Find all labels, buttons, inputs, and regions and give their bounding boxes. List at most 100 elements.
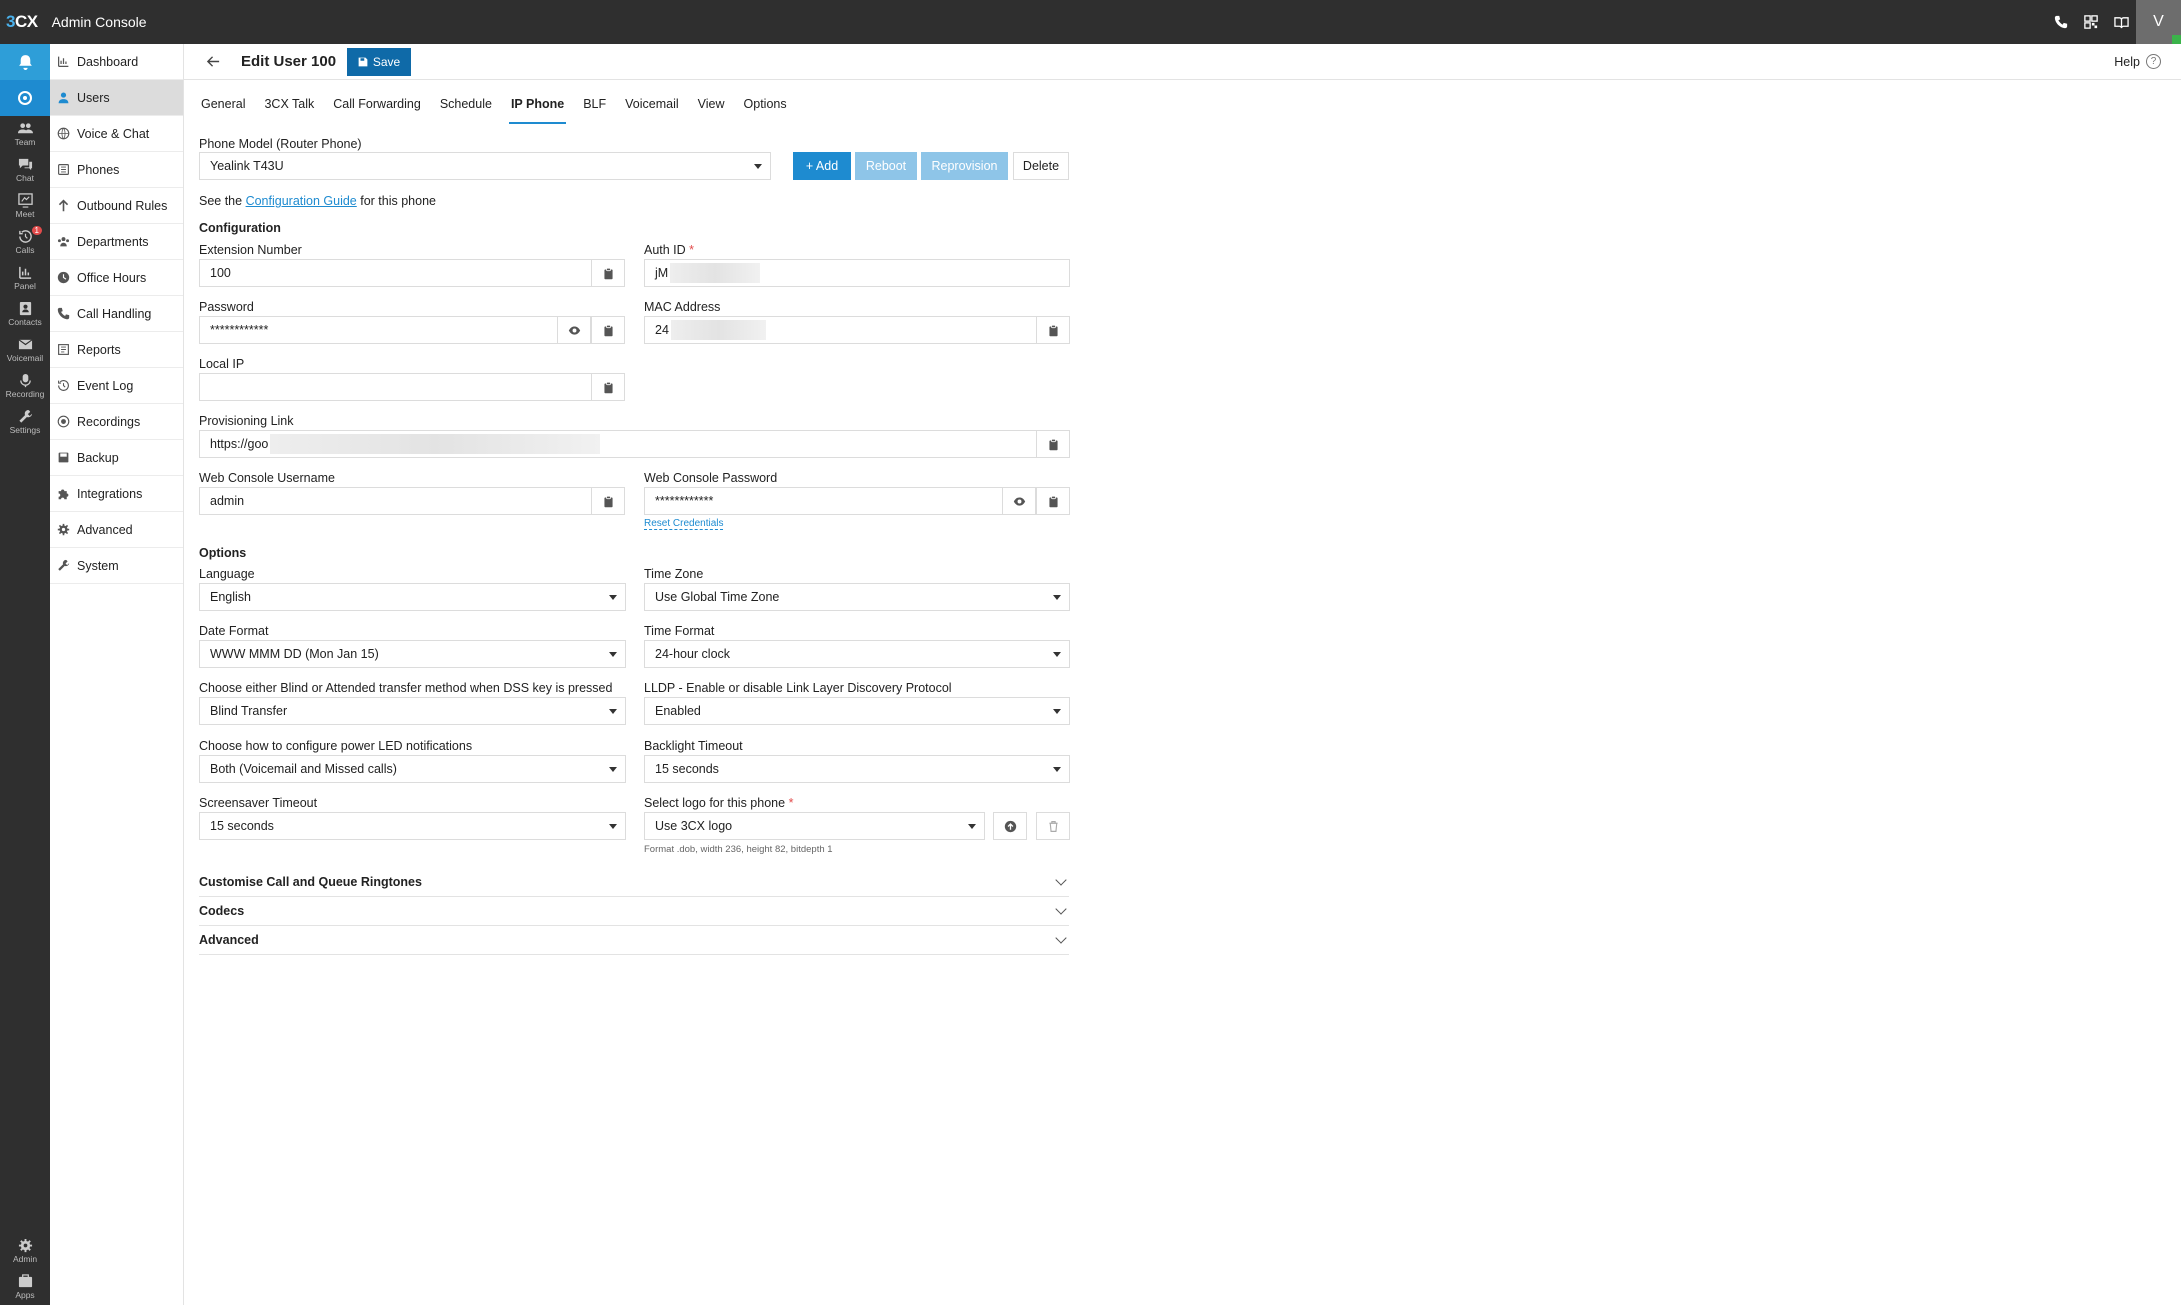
rail-contacts[interactable]: Contacts: [0, 296, 50, 332]
extension-number-field[interactable]: 100: [199, 259, 592, 287]
delete-logo-button[interactable]: [1036, 812, 1070, 840]
chat-icon: [18, 158, 32, 171]
nav-item-users[interactable]: Users: [50, 80, 183, 116]
nav-item-phones[interactable]: Phones: [50, 152, 183, 188]
clipboard-button[interactable]: [591, 373, 625, 401]
upload-logo-button[interactable]: [993, 812, 1027, 840]
accordion-title: Customise Call and Queue Ringtones: [199, 875, 422, 889]
admin-console-button[interactable]: [0, 80, 50, 116]
nav-item-outbound-rules[interactable]: Outbound Rules: [50, 188, 183, 224]
local-ip-field[interactable]: [199, 373, 592, 401]
date-format-value: WWW MMM DD (Mon Jan 15): [210, 647, 379, 661]
configuration-guide-link[interactable]: Configuration Guide: [246, 194, 357, 208]
language-select[interactable]: English: [199, 583, 626, 611]
rail-admin[interactable]: Admin: [0, 1233, 50, 1269]
clipboard-button[interactable]: [591, 259, 625, 287]
book-icon[interactable]: [2111, 12, 2131, 32]
notifications-button[interactable]: [0, 44, 50, 80]
show-password-button[interactable]: [557, 316, 591, 344]
tab-blf[interactable]: BLF: [581, 94, 608, 124]
web-console-username-label: Web Console Username: [199, 471, 335, 485]
password-field[interactable]: ************: [199, 316, 558, 344]
help-label: Help: [2114, 54, 2140, 69]
tab-view[interactable]: View: [696, 94, 727, 124]
power-led-select[interactable]: Both (Voicemail and Missed calls): [199, 755, 626, 783]
accordion-customise-call-and-queue-ringtones[interactable]: Customise Call and Queue Ringtones: [199, 868, 1069, 897]
nav-item-reports[interactable]: Reports: [50, 332, 183, 368]
show-password-button[interactable]: [1002, 487, 1036, 515]
add-phone-button[interactable]: + Add: [793, 152, 851, 180]
nav-item-backup[interactable]: Backup: [50, 440, 183, 476]
nav-item-voice-chat[interactable]: Voice & Chat: [50, 116, 183, 152]
phone-icon[interactable]: [2051, 12, 2071, 32]
rail-team[interactable]: Team: [0, 116, 50, 152]
time-zone-select[interactable]: Use Global Time Zone: [644, 583, 1070, 611]
auth-id-field[interactable]: jM: [644, 259, 1070, 287]
user-avatar[interactable]: V: [2136, 0, 2181, 44]
back-arrow-icon[interactable]: [206, 54, 221, 74]
delete-button[interactable]: Delete: [1013, 152, 1069, 180]
phone-model-select[interactable]: Yealink T43U: [199, 152, 771, 180]
rail-chat[interactable]: Chat: [0, 152, 50, 188]
chevron-down-icon: [1055, 874, 1067, 886]
web-console-password-field[interactable]: ************: [644, 487, 1003, 515]
backlight-timeout-select[interactable]: 15 seconds: [644, 755, 1070, 783]
provisioning-link-field[interactable]: https://goo: [199, 430, 1037, 458]
web-console-username-field[interactable]: admin: [199, 487, 592, 515]
clipboard-button[interactable]: [591, 487, 625, 515]
clipboard-button[interactable]: [1036, 316, 1070, 344]
nav-item-event-log[interactable]: Event Log: [50, 368, 183, 404]
nav-item-system[interactable]: System: [50, 548, 183, 584]
clipboard-icon: [603, 324, 613, 336]
tab-call-forwarding[interactable]: Call Forwarding: [331, 94, 423, 124]
password-value: ************: [210, 323, 269, 337]
clipboard-button[interactable]: [591, 316, 625, 344]
date-format-select[interactable]: WWW MMM DD (Mon Jan 15): [199, 640, 626, 668]
help-link[interactable]: Help ?: [2114, 54, 2161, 69]
nav-item-office-hours[interactable]: Office Hours: [50, 260, 183, 296]
nav-item-dashboard[interactable]: Dashboard: [50, 44, 183, 80]
tab-voicemail[interactable]: Voicemail: [623, 94, 681, 124]
screensaver-timeout-select[interactable]: 15 seconds: [199, 812, 626, 840]
lldp-select[interactable]: Enabled: [644, 697, 1070, 725]
local-ip-label: Local IP: [199, 357, 245, 371]
reprovision-button[interactable]: Reprovision: [921, 152, 1008, 180]
tab-ip-phone[interactable]: IP Phone: [508, 94, 567, 124]
clipboard-button[interactable]: [1036, 430, 1070, 458]
time-format-select[interactable]: 24-hour clock: [644, 640, 1070, 668]
accordion-advanced[interactable]: Advanced: [199, 926, 1069, 955]
nav-item-recordings[interactable]: Recordings: [50, 404, 183, 440]
nav-item-advanced[interactable]: Advanced: [50, 512, 183, 548]
save-button[interactable]: Save: [347, 48, 411, 76]
tab-schedule[interactable]: Schedule: [438, 94, 494, 124]
nav-item-departments[interactable]: Departments: [50, 224, 183, 260]
mac-address-field[interactable]: 24: [644, 316, 1037, 344]
accordion-codecs[interactable]: Codecs: [199, 897, 1069, 926]
language-label: Language: [199, 567, 255, 581]
top-bar: 3CX Admin Console V: [0, 0, 2181, 44]
tab-3cx-talk[interactable]: 3CX Talk: [262, 94, 316, 124]
qr-code-icon[interactable]: [2081, 12, 2101, 32]
phone-model-label: Phone Model (Router Phone): [199, 137, 362, 151]
settings-icon: [18, 409, 32, 423]
rail-voicemail[interactable]: Voicemail: [0, 332, 50, 368]
rail-calls[interactable]: Calls 1: [0, 224, 50, 260]
rail-recording[interactable]: Recording: [0, 368, 50, 404]
nav-item-integrations[interactable]: Integrations: [50, 476, 183, 512]
nav-item-label: Integrations: [77, 486, 143, 501]
rail-apps[interactable]: Apps: [0, 1269, 50, 1305]
rail-meet[interactable]: Meet: [0, 188, 50, 224]
apps-icon: [18, 1274, 32, 1288]
rail-panel[interactable]: Panel: [0, 260, 50, 296]
clipboard-button[interactable]: [1036, 487, 1070, 515]
rail-settings[interactable]: Settings: [0, 404, 50, 440]
reset-credentials-link[interactable]: Reset Credentials: [644, 518, 724, 530]
nav-item-call-handling[interactable]: Call Handling: [50, 296, 183, 332]
app-logo[interactable]: 3CX: [6, 12, 38, 32]
tab-options[interactable]: Options: [742, 94, 789, 124]
lldp-label: LLDP - Enable or disable Link Layer Disc…: [644, 681, 952, 695]
reboot-button[interactable]: Reboot: [855, 152, 917, 180]
tab-general[interactable]: General: [199, 94, 247, 124]
transfer-method-select[interactable]: Blind Transfer: [199, 697, 626, 725]
phone-logo-select[interactable]: Use 3CX logo: [644, 812, 985, 840]
